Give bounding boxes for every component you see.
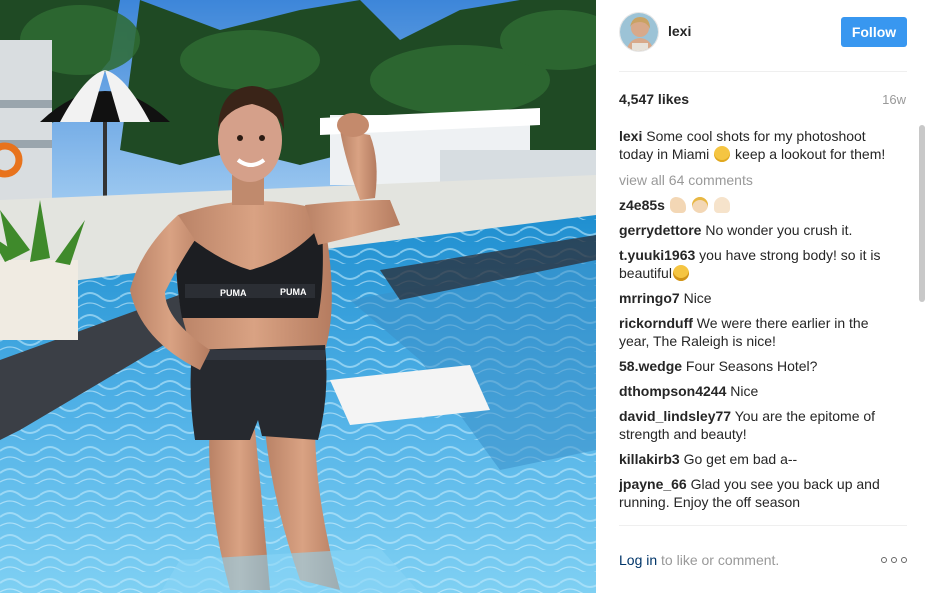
- comment-item: jpayne_66 Glad you see you back up and r…: [619, 475, 891, 511]
- comment-username[interactable]: david_lindsley77: [619, 408, 731, 424]
- comment-text: Nice: [730, 383, 759, 399]
- comment-text: Nice: [683, 290, 712, 306]
- comments-list[interactable]: lexi Some cool shots for my photoshoot t…: [619, 127, 891, 525]
- smirk-emoji-icon: [714, 146, 731, 162]
- profile-avatar[interactable]: [619, 12, 659, 52]
- caption-username[interactable]: lexi: [619, 128, 642, 144]
- post-modal: PUMA PUMA lexi Follow 4,547 likes 16w le…: [0, 0, 926, 593]
- comment-username[interactable]: mrringo7: [619, 290, 680, 306]
- post-username[interactable]: lexi: [668, 23, 691, 39]
- comment-username[interactable]: t.yuuki1963: [619, 247, 695, 263]
- post-photo[interactable]: PUMA PUMA: [0, 0, 596, 593]
- comment-username[interactable]: dthompson4244: [619, 383, 726, 399]
- post-header: lexi Follow: [619, 12, 907, 72]
- login-link[interactable]: Log in: [619, 552, 657, 568]
- more-dot: [891, 557, 897, 563]
- comment-text: Go get em bad a--: [683, 451, 798, 467]
- comment-item: 58.wedge Four Seasons Hotel?: [619, 357, 891, 375]
- comment-item: mrringo7 Nice: [619, 289, 891, 307]
- svg-text:PUMA: PUMA: [220, 288, 247, 298]
- post-footer: Log in to like or comment.: [619, 525, 907, 593]
- more-dot: [881, 557, 887, 563]
- likes-count[interactable]: 4,547 likes: [619, 91, 689, 107]
- svg-text:PUMA: PUMA: [280, 287, 307, 297]
- view-all-comments-link[interactable]: view all 64 comments: [619, 171, 891, 189]
- caption-text-end: keep a lookout for them!: [735, 146, 886, 162]
- comment-item: dthompson4244 Nice: [619, 382, 891, 400]
- flexed-biceps-emoji-icon: [669, 197, 686, 213]
- grinning-emoji-icon: [672, 265, 689, 281]
- avatar-image: [620, 13, 658, 51]
- comment-item: rickornduff We were there earlier in the…: [619, 314, 891, 350]
- comment-username[interactable]: z4e85s: [619, 197, 665, 213]
- comment-username[interactable]: jpayne_66: [619, 476, 687, 492]
- post-time[interactable]: 16w: [882, 92, 906, 107]
- comments-scrollbar[interactable]: [919, 125, 925, 302]
- angel-emoji-icon: [691, 197, 708, 213]
- post-stats: 4,547 likes 16w: [619, 90, 907, 110]
- photo-illustration: PUMA PUMA: [0, 0, 596, 593]
- comment-item: killakirb3 Go get em bad a--: [619, 450, 891, 468]
- comment-item: t.yuuki1963 you have strong body! so it …: [619, 246, 891, 282]
- caption: lexi Some cool shots for my photoshoot t…: [619, 127, 891, 163]
- comment-text: No wonder you crush it.: [705, 222, 853, 238]
- comment-item: david_lindsley77 You are the epitome of …: [619, 407, 891, 443]
- comment-username[interactable]: killakirb3: [619, 451, 680, 467]
- comment-text: Four Seasons Hotel?: [685, 358, 818, 374]
- more-dot: [901, 557, 907, 563]
- clapping-hands-emoji-icon: [713, 197, 730, 213]
- more-options-icon[interactable]: [881, 553, 907, 567]
- post-sidebar: lexi Follow 4,547 likes 16w lexi Some co…: [596, 0, 926, 593]
- comment-item: z4e85s: [619, 196, 891, 214]
- comment-username[interactable]: gerrydettore: [619, 222, 701, 238]
- comment-item: gerrydettore No wonder you crush it.: [619, 221, 891, 239]
- login-prompt: Log in to like or comment.: [619, 552, 779, 568]
- comment-username[interactable]: 58.wedge: [619, 358, 682, 374]
- comment-username[interactable]: rickornduff: [619, 315, 693, 331]
- login-prompt-text: to like or comment.: [661, 552, 780, 568]
- follow-button[interactable]: Follow: [841, 17, 907, 47]
